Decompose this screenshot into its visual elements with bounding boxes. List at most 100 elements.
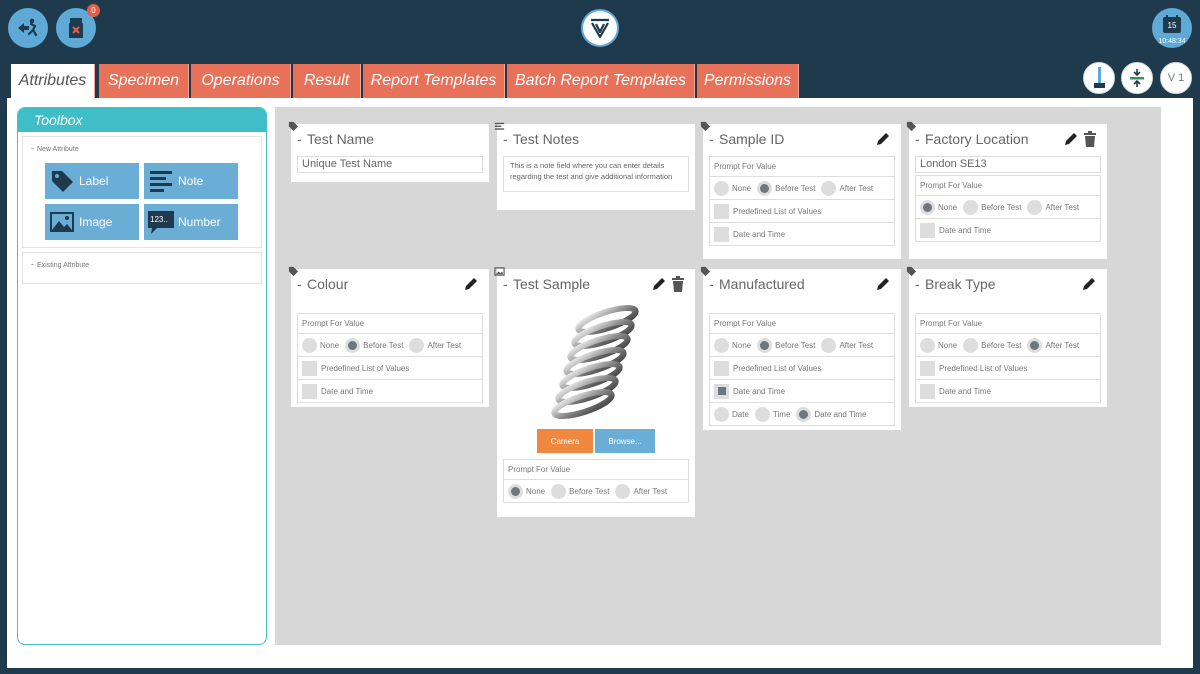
option-none[interactable]: None [920, 199, 957, 215]
attribute-card-sample-id[interactable]: - Sample ID Prompt For Value None Before … [700, 121, 901, 259]
option-none[interactable]: None [714, 337, 751, 353]
prompt-options: None Before Test After Test [916, 333, 1100, 356]
prompt-label: Prompt For Value [714, 319, 777, 328]
prompt-options: None Before Test After Test [710, 176, 894, 199]
image-tool[interactable]: Image [45, 204, 139, 240]
predefined-option[interactable]: Predefined List of Values [710, 199, 894, 222]
camera-button[interactable]: Camera [537, 429, 593, 453]
number-tool[interactable]: 123.. Number [144, 204, 238, 240]
tab-batch-report-templates[interactable]: Batch Report Templates [507, 64, 695, 98]
option-none[interactable]: None [508, 483, 545, 499]
card-title: Factory Location [925, 131, 1029, 147]
radio-icon [821, 337, 837, 353]
option-none[interactable]: None [920, 337, 957, 353]
attribute-card-test-name[interactable]: - Test Name Unique Test Name [288, 121, 489, 182]
predefined-option[interactable]: Predefined List of Values [916, 356, 1100, 379]
predefined-option[interactable]: Predefined List of Values [710, 356, 894, 379]
radio-icon [754, 406, 770, 422]
usb-button[interactable]: 0 [56, 4, 100, 48]
option-before-test[interactable]: Before Test [551, 483, 609, 499]
existing-attribute-section: - Existing Attribute [22, 252, 262, 284]
pencil-icon[interactable] [875, 276, 891, 292]
collapse-icon[interactable]: - [709, 276, 719, 292]
option-label: Predefined List of Values [939, 363, 1028, 373]
option-before-test[interactable]: Before Test [757, 337, 815, 353]
option-label: Time [772, 409, 791, 419]
test-notes-field[interactable]: This is a note field where you can enter… [503, 156, 689, 192]
option-time[interactable]: Time [754, 406, 791, 422]
collapse-icon[interactable]: - [297, 276, 307, 292]
option-after-test[interactable]: After Test [1027, 337, 1080, 353]
attribute-card-break-type[interactable]: - Break Type Prompt For Value None Before… [906, 266, 1107, 407]
compress-icon [1130, 69, 1144, 87]
logo-v-icon [591, 18, 609, 39]
collapse-icon[interactable]: - [915, 131, 925, 147]
option-after-test[interactable]: After Test [615, 483, 667, 499]
option-date-and-time[interactable]: Date and Time [796, 406, 866, 422]
collapse-icon[interactable]: - [297, 131, 307, 147]
prompt-group: Prompt For Value None Before Test After … [503, 459, 689, 503]
option-after-test[interactable]: After Test [409, 337, 461, 353]
note-tool[interactable]: Note [144, 163, 238, 199]
trash-icon[interactable] [1083, 131, 1097, 147]
option-label: After Test [1045, 340, 1080, 350]
date-time-option[interactable]: Date and Time [916, 218, 1100, 241]
radio-icon [920, 337, 935, 353]
checkbox-icon [920, 383, 935, 399]
tab-report-templates[interactable]: Report Templates [363, 64, 505, 98]
collapse-icon[interactable]: - [709, 131, 719, 147]
app-logo [581, 9, 619, 47]
date-time-option[interactable]: Date and Time [298, 379, 482, 402]
browse-button[interactable]: Browse... [595, 429, 655, 453]
version-button[interactable]: V 1 [1160, 62, 1192, 94]
label-tool[interactable]: Label [45, 163, 139, 199]
predefined-option[interactable]: Predefined List of Values [298, 356, 482, 379]
exit-icon [18, 18, 38, 37]
attribute-card-colour[interactable]: - Colour Prompt For Value None Before Tes… [288, 266, 489, 407]
collapse-icon[interactable]: - [503, 276, 513, 292]
pencil-icon[interactable] [1081, 276, 1097, 292]
option-after-test[interactable]: After Test [821, 337, 873, 353]
option-before-test[interactable]: Before Test [345, 337, 403, 353]
tab-specimen[interactable]: Specimen [99, 64, 189, 98]
tester-button[interactable] [1083, 62, 1115, 94]
option-none[interactable]: None [302, 337, 339, 353]
collapse-icon[interactable]: - [915, 276, 925, 292]
test-name-input[interactable]: Unique Test Name [297, 156, 483, 173]
compress-button[interactable] [1121, 62, 1153, 94]
option-none[interactable]: None [714, 180, 751, 196]
pencil-icon[interactable] [875, 131, 891, 147]
option-before-test[interactable]: Before Test [963, 199, 1022, 215]
option-date[interactable]: Date [714, 406, 749, 422]
option-label: Before Test [981, 202, 1022, 212]
tab-attributes[interactable]: Attributes [11, 64, 95, 98]
radio-icon [615, 483, 631, 499]
exit-button[interactable] [8, 8, 48, 48]
calendar-clock-button[interactable]: 15 10:48:34 [1152, 8, 1192, 48]
checkbox-checked-icon [714, 383, 729, 399]
attribute-card-test-notes[interactable]: - Test Notes This is a note field where y… [494, 122, 695, 210]
option-before-test[interactable]: Before Test [757, 180, 815, 196]
pencil-icon[interactable] [463, 276, 479, 292]
tab-result[interactable]: Result [293, 64, 361, 98]
date-time-option[interactable]: Date and Time [710, 379, 894, 402]
option-before-test[interactable]: Before Test [963, 337, 1021, 353]
collapse-icon[interactable]: - [503, 131, 513, 147]
new-attribute-toggle[interactable]: - New Attribute [23, 137, 261, 153]
radio-icon [963, 199, 979, 215]
pencil-icon[interactable] [651, 276, 667, 292]
trash-icon[interactable] [671, 276, 685, 292]
date-time-option[interactable]: Date and Time [916, 379, 1100, 402]
existing-attribute-toggle[interactable]: - Existing Attribute [23, 253, 261, 269]
attribute-card-test-sample[interactable]: - Test Sample Camera Browse... Prompt Fo… [494, 267, 695, 517]
pencil-icon[interactable] [1063, 131, 1079, 147]
option-after-test[interactable]: After Test [1027, 199, 1079, 215]
tab-permissions[interactable]: Permissions [697, 64, 799, 98]
tab-operations[interactable]: Operations [191, 64, 291, 98]
factory-location-input[interactable]: London SE13 [915, 156, 1101, 173]
date-time-option[interactable]: Date and Time [710, 222, 894, 245]
attribute-card-manufactured[interactable]: - Manufactured Prompt For Value None Befo… [700, 266, 901, 430]
option-label: Date and Time [939, 225, 992, 235]
attribute-card-factory-location[interactable]: - Factory Location London SE13 Prompt For… [906, 121, 1107, 259]
option-after-test[interactable]: After Test [821, 180, 873, 196]
